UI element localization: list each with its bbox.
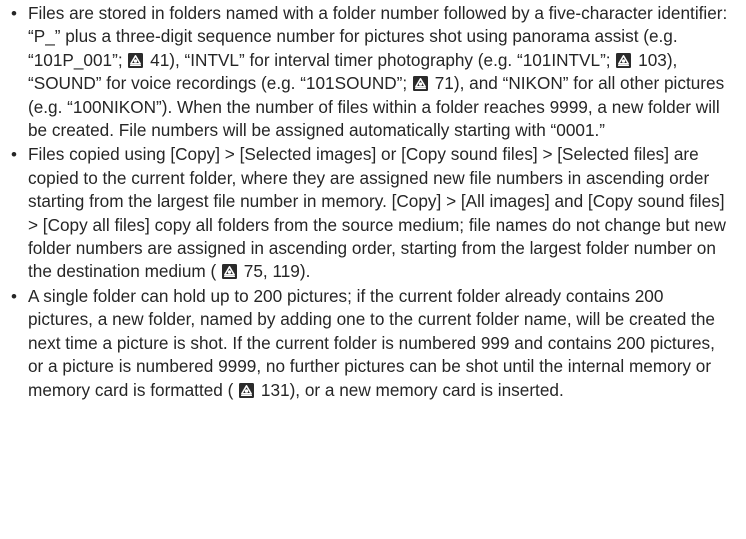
page-reference-icon [616,52,632,68]
page-reference-icon [412,76,428,92]
bullet-text: Files copied using [Copy] > [Selected im… [28,144,726,281]
text-run: 41), “INTVL” for interval timer photogra… [150,49,616,70]
text-run: 75, 119). [243,261,311,282]
page-reference-icon [222,264,237,280]
bullet-item: • Files copied using [Copy] > [Selected i… [10,143,732,283]
bullet-marker: • [11,286,17,306]
bullet-item: • A single folder can hold up to 200 pict… [10,285,732,402]
bullet-list: • Files are stored in folders named with … [10,2,732,402]
bullet-item: • Files are stored in folders named with … [10,2,732,142]
bullet-text: Files are stored in folders named with a… [28,3,727,140]
bullet-marker: • [11,4,17,23]
page-reference-icon [239,382,255,398]
text-run: Files copied using [Copy] > [Selected im… [28,144,726,282]
bullet-text: A single folder can hold up to 200 pictu… [28,286,715,400]
bullet-marker: • [11,145,17,165]
page-reference-icon [128,52,144,68]
text-run: 131), or a new memory card is inserted. [260,379,564,400]
document-page: • Files are stored in folders named with … [0,0,746,539]
